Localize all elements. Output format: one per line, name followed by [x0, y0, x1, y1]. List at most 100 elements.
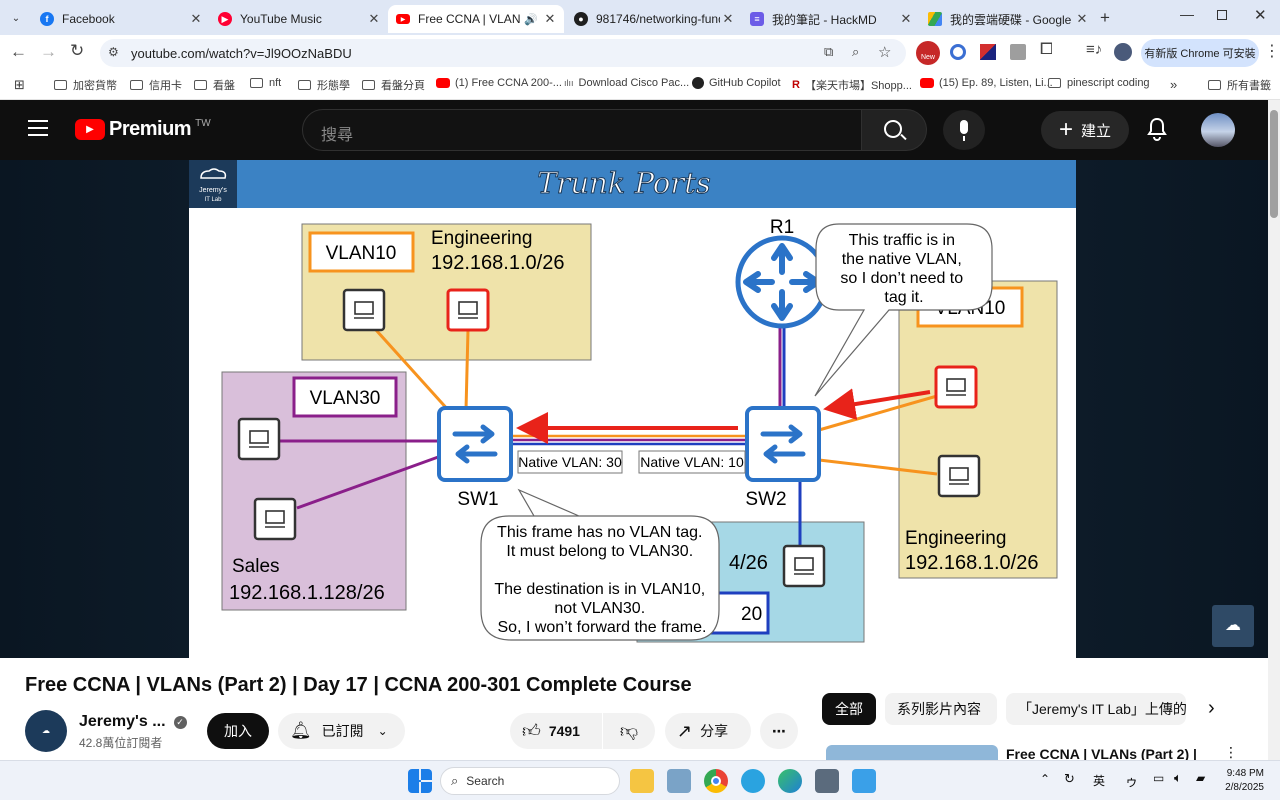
folder-icon	[1208, 80, 1221, 90]
search-button[interactable]	[861, 109, 927, 151]
extension-icon-3[interactable]	[980, 44, 996, 60]
account-avatar[interactable]	[1201, 113, 1235, 147]
media-control-icon[interactable]: ≡♪	[1086, 41, 1102, 58]
hamburger-menu-icon[interactable]	[28, 120, 48, 136]
reload-button[interactable]: ↻	[70, 41, 84, 61]
more-actions-button[interactable]: ⋯	[760, 713, 798, 749]
next-video-thumbnail[interactable]	[826, 745, 998, 760]
bookmark-4[interactable]: 形態學	[298, 77, 350, 93]
youtube-premium-logo[interactable]: ▶ Premium TW	[75, 118, 211, 141]
tab-free-ccna[interactable]: ▶ Free CCNA | VLANs (Pa 🔊 ✕	[388, 5, 564, 33]
dislike-button[interactable]: 👎︎	[603, 713, 655, 749]
channel-name[interactable]: Jeremy's ... ✓	[79, 713, 187, 731]
file-explorer-icon[interactable]	[630, 769, 654, 793]
menu-kebab-icon[interactable]: ⋮	[1264, 41, 1280, 61]
windows-taskbar: ⌕ Search ⌃ ↻ 英 ゥ ▭ 🔈︎ ▰ 9:48 PM 2/8/2025	[0, 760, 1280, 800]
star-icon[interactable]: ☆	[878, 43, 891, 61]
battery-icon[interactable]: ▰	[1196, 771, 1205, 785]
clock-time: 9:48 PM	[1226, 768, 1264, 779]
close-icon[interactable]: ✕	[542, 11, 558, 27]
all-bookmarks[interactable]: 所有書籤	[1208, 77, 1271, 93]
next-video-title[interactable]: Free CCNA | VLANs (Part 2) |	[1006, 746, 1197, 760]
extension-icon-4[interactable]	[1010, 44, 1026, 60]
bookmark-2[interactable]: 看盤	[194, 77, 235, 93]
chip-uploads[interactable]: 「Jeremy's IT Lab」上傳的	[1006, 693, 1186, 725]
tab-search-button[interactable]: ⌄	[6, 8, 26, 28]
bookmark-0[interactable]: 加密貨幣	[54, 77, 117, 93]
bookmark-5[interactable]: 看盤分頁	[362, 77, 425, 93]
close-icon[interactable]: ✕	[1074, 11, 1090, 27]
tab-youtube-music[interactable]: ▶ YouTube Music ✕	[210, 5, 388, 33]
search-input[interactable]: 搜尋	[321, 121, 353, 145]
bookmark-8[interactable]: GitHub Copilot	[692, 77, 781, 89]
address-bar[interactable]: ⚙ youtube.com/watch?v=Jl9OOzNaBDU ⧉ ⌕ ☆	[100, 39, 906, 67]
join-button[interactable]: 加入	[207, 713, 269, 749]
bookmark-label: (1) Free CCNA 200-...	[455, 77, 562, 89]
install-icon[interactable]: ⧉	[824, 44, 833, 60]
calculator-icon[interactable]	[815, 769, 839, 793]
zoom-icon[interactable]: ⌕	[852, 44, 859, 60]
profile-avatar[interactable]	[1114, 43, 1132, 61]
video-player[interactable]: Jeremy's IT Lab Trunk Ports VLAN10 Engin…	[0, 160, 1280, 658]
minimize-button[interactable]: —	[1180, 6, 1194, 22]
bookmark-10[interactable]: (15) Ep. 89, Listen, Li...	[920, 77, 1053, 89]
close-window-button[interactable]: ✕	[1254, 6, 1267, 24]
chrome-icon[interactable]	[704, 769, 728, 793]
back-button[interactable]: ←	[10, 42, 27, 62]
restore-button[interactable]	[1217, 10, 1227, 20]
ime-mode-icon[interactable]: ゥ	[1125, 771, 1138, 790]
like-button[interactable]: 👍︎ 7491	[510, 713, 602, 749]
bookmarks-overflow[interactable]: »	[1170, 77, 1177, 92]
bookmark-3[interactable]: nft	[250, 77, 281, 89]
bookmark-11[interactable]: pinescript coding	[1048, 77, 1150, 89]
next-video-menu-icon[interactable]: ⋮	[1224, 744, 1238, 761]
new-tab-button[interactable]: +	[1100, 8, 1110, 28]
channel-avatar[interactable]: ☁	[25, 710, 67, 752]
apps-grid-icon[interactable]: ⊞	[14, 77, 25, 93]
bookmark-label: 信用卡	[149, 80, 182, 92]
app-icon-1[interactable]	[667, 769, 691, 793]
telegram-icon[interactable]	[741, 769, 765, 793]
forward-button[interactable]: →	[40, 42, 57, 62]
sync-icon[interactable]: ↻	[1064, 771, 1075, 787]
bookmark-6[interactable]: (1) Free CCNA 200-...	[436, 77, 562, 89]
bookmark-7[interactable]: ılıı Download Cisco Pac...	[564, 77, 689, 89]
tray-overflow-icon[interactable]: ⌃	[1040, 772, 1050, 786]
taskbar-search-box[interactable]: ⌕ Search	[440, 767, 620, 795]
scrollbar-thumb[interactable]	[1270, 110, 1278, 218]
chip-all[interactable]: 全部	[822, 693, 876, 725]
ime-indicator[interactable]: 英	[1093, 772, 1105, 789]
notepad-icon[interactable]	[852, 769, 876, 793]
share-button[interactable]: ↗ 分享	[665, 713, 751, 749]
subscribed-button[interactable]: 🔔︎ 已訂閱 ⌄	[278, 713, 405, 749]
tab-hackmd[interactable]: ≡ 我的筆記 - HackMD ✕	[742, 5, 920, 33]
notifications-bell-icon[interactable]	[1146, 117, 1168, 141]
chip-series[interactable]: 系列影片內容	[885, 693, 997, 725]
page-scrollbar[interactable]	[1268, 100, 1280, 760]
extensions-puzzle-icon[interactable]: ⧠	[1040, 41, 1053, 59]
volume-icon[interactable]: 🔈︎	[1174, 770, 1182, 786]
tab-facebook[interactable]: f Facebook ✕	[32, 5, 210, 33]
chrome-update-button[interactable]: 有新版 Chrome 可安裝	[1141, 39, 1259, 67]
tab-github[interactable]: ● 981746/networking-funda ✕	[566, 5, 742, 33]
search-box[interactable]: 搜尋	[302, 109, 862, 151]
voice-search-button[interactable]	[943, 110, 985, 150]
extension-icon-2[interactable]	[950, 44, 966, 60]
edge-icon[interactable]	[778, 769, 802, 793]
speaker-icon[interactable]: 🔊	[524, 13, 538, 26]
chips-next-icon[interactable]: ›	[1208, 697, 1215, 720]
close-icon[interactable]: ✕	[720, 11, 736, 27]
clock[interactable]: 9:48 PM 2/8/2025	[1220, 767, 1264, 795]
close-icon[interactable]: ✕	[898, 11, 914, 27]
create-button[interactable]: + 建立	[1041, 111, 1129, 149]
network-icon[interactable]: ▭	[1153, 771, 1164, 785]
close-icon[interactable]: ✕	[188, 11, 204, 27]
site-info-icon[interactable]: ⚙	[108, 45, 119, 59]
windows-start-icon[interactable]	[408, 769, 432, 793]
extension-new-icon[interactable]: New	[916, 41, 940, 65]
bookmark-9[interactable]: R 【楽天市場】Shopp...	[792, 77, 912, 93]
close-icon[interactable]: ✕	[366, 11, 382, 27]
channel-watermark[interactable]: ☁	[1212, 605, 1254, 647]
bookmark-1[interactable]: 信用卡	[130, 77, 182, 93]
tab-google-drive[interactable]: 我的雲端硬碟 - Google 雲 ✕	[920, 5, 1096, 33]
